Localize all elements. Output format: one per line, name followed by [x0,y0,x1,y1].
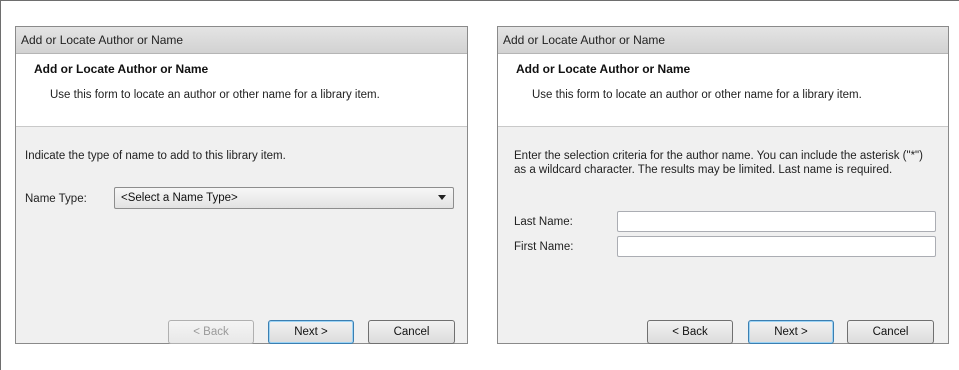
back-button[interactable]: < Back [647,320,733,344]
first-name-label: First Name: [514,241,574,253]
back-button[interactable]: < Back [168,320,254,344]
name-type-label: Name Type: [25,193,87,205]
header-title: Add or Locate Author or Name [516,62,691,76]
chevron-down-icon [438,195,446,200]
dialog-header: Add or Locate Author or Name Use this fo… [498,54,948,127]
first-name-input[interactable] [617,236,936,257]
header-subtitle: Use this form to locate an author or oth… [50,89,380,101]
instruction-text: Enter the selection criteria for the aut… [514,150,923,176]
last-name-input[interactable] [617,211,936,232]
name-type-select[interactable]: <Select a Name Type> [114,187,454,209]
cancel-button[interactable]: Cancel [368,320,455,344]
dialog-body: Enter the selection criteria for the aut… [498,127,948,344]
dialog-header: Add or Locate Author or Name Use this fo… [16,54,467,127]
header-subtitle: Use this form to locate an author or oth… [532,89,862,101]
next-button[interactable]: Next > [268,320,354,344]
dialog-title-bar: Add or Locate Author or Name [498,27,948,54]
name-type-dialog: Add or Locate Author or Name Add or Loca… [15,26,468,344]
header-title: Add or Locate Author or Name [34,62,209,76]
author-search-dialog: Add or Locate Author or Name Add or Loca… [497,26,949,344]
last-name-label: Last Name: [514,216,573,228]
cancel-button[interactable]: Cancel [847,320,934,344]
name-type-selected-value: <Select a Name Type> [121,192,238,204]
dialog-title-bar: Add or Locate Author or Name [16,27,467,54]
dialog-body: Indicate the type of name to add to this… [16,127,467,344]
next-button[interactable]: Next > [748,320,834,344]
instruction-text: Indicate the type of name to add to this… [25,150,286,162]
